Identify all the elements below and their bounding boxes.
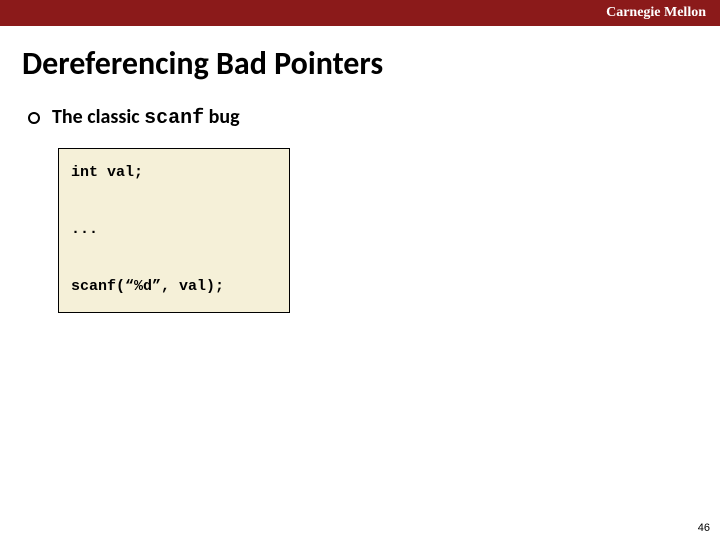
code-block: int val; ... scanf(“%d”, val); <box>58 148 290 313</box>
institution-label: Carnegie Mellon <box>606 5 706 21</box>
bullet-prefix: The classic <box>52 105 144 129</box>
bullet-item: The classic scanf bug <box>28 105 720 130</box>
page-number: 46 <box>698 522 710 534</box>
bullet-text: The classic scanf bug <box>52 105 240 130</box>
bullet-icon <box>28 112 40 124</box>
slide-title: Dereferencing Bad Pointers <box>22 44 720 83</box>
header-bar: Carnegie Mellon <box>0 0 720 26</box>
bullet-suffix: bug <box>204 105 239 129</box>
bullet-mono: scanf <box>144 107 204 130</box>
